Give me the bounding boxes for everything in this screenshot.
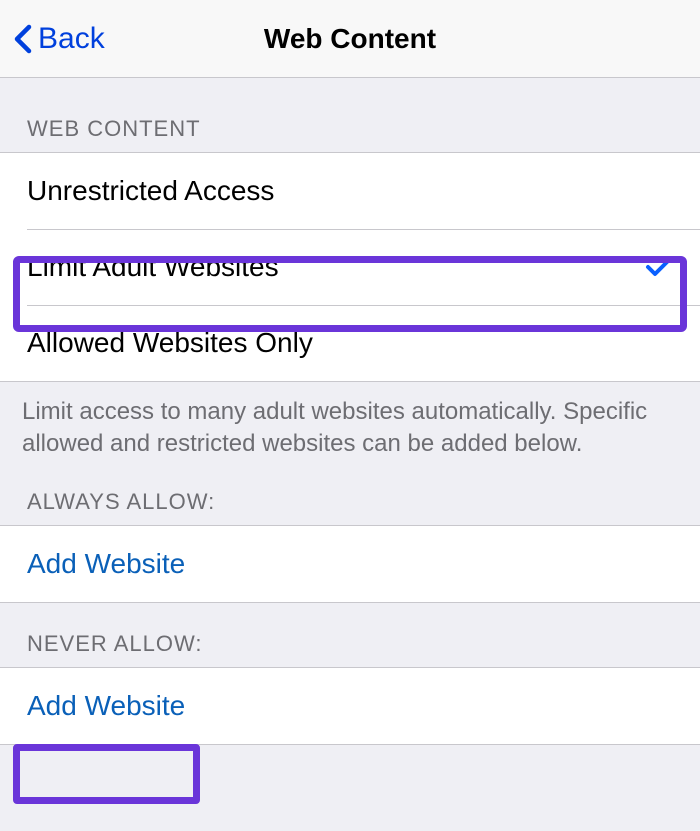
navigation-bar: Back Web Content: [0, 0, 700, 78]
add-website-never-allow[interactable]: Add Website: [0, 667, 700, 745]
back-button[interactable]: Back: [0, 22, 105, 56]
option-label: Limit Adult Websites: [27, 251, 279, 283]
option-limit-adult-websites[interactable]: Limit Adult Websites: [0, 229, 700, 305]
option-allowed-websites-only[interactable]: Allowed Websites Only: [0, 305, 700, 381]
annotation-highlight: [13, 744, 200, 804]
page-title: Web Content: [264, 23, 436, 55]
option-label: Allowed Websites Only: [27, 327, 313, 359]
section-header-web-content: Web Content: [0, 78, 700, 152]
option-label: Unrestricted Access: [27, 175, 274, 207]
add-website-label: Add Website: [27, 548, 185, 579]
section-header-always-allow: Always Allow:: [0, 461, 700, 525]
section-header-never-allow: Never Allow:: [0, 603, 700, 667]
chevron-left-icon: [14, 24, 32, 54]
web-content-options: Unrestricted Access Limit Adult Websites…: [0, 152, 700, 382]
checkmark-icon: [645, 255, 673, 279]
option-unrestricted-access[interactable]: Unrestricted Access: [0, 153, 700, 229]
add-website-always-allow[interactable]: Add Website: [0, 525, 700, 603]
section-footer-text: Limit access to many adult websites auto…: [0, 382, 700, 461]
back-label: Back: [38, 22, 105, 56]
add-website-label: Add Website: [27, 690, 185, 721]
